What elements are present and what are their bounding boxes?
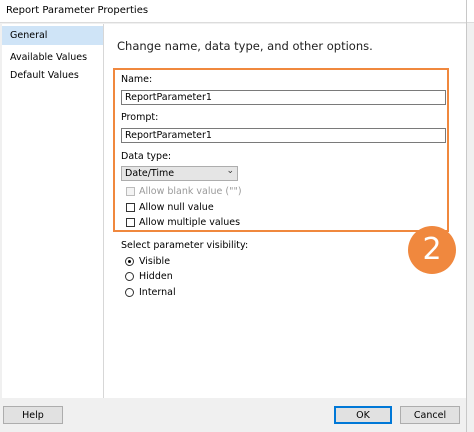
ok-button[interactable]: OK <box>334 406 392 424</box>
visible-radio[interactable] <box>125 257 134 266</box>
visible-radio-label: Visible <box>139 256 171 267</box>
prompt-input[interactable] <box>121 128 446 143</box>
page-heading: Change name, data type, and other option… <box>117 39 373 53</box>
sidebar: General Available Values Default Values <box>2 24 104 398</box>
chevron-down-icon: ⌄ <box>226 166 234 176</box>
window-title: Report Parameter Properties <box>6 5 149 16</box>
name-label: Name: <box>121 74 153 85</box>
cancel-button[interactable]: Cancel <box>400 406 460 424</box>
hidden-radio[interactable] <box>125 272 134 281</box>
data-type-value: Date/Time <box>125 168 175 179</box>
name-input[interactable] <box>121 90 446 105</box>
window-edge <box>466 0 467 432</box>
sidebar-item-general[interactable]: General <box>2 26 103 45</box>
allow-null-checkbox[interactable] <box>126 203 135 212</box>
allow-multiple-label: Allow multiple values <box>139 217 241 228</box>
allow-blank-checkbox[interactable] <box>126 187 135 196</box>
sidebar-item-default-values[interactable]: Default Values <box>2 66 103 85</box>
internal-radio-label: Internal <box>139 287 176 298</box>
data-type-label: Data type: <box>121 151 172 162</box>
help-button[interactable]: Help <box>3 406 63 424</box>
data-type-select[interactable]: Date/Time ⌄ <box>121 166 238 181</box>
allow-multiple-checkbox[interactable] <box>126 218 135 227</box>
allow-null-label: Allow null value <box>139 202 214 213</box>
allow-blank-label: Allow blank value ("") <box>139 186 242 197</box>
hidden-radio-label: Hidden <box>139 271 173 282</box>
step-number-badge: 2 <box>408 226 456 274</box>
internal-radio[interactable] <box>125 288 134 297</box>
sidebar-item-available-values[interactable]: Available Values <box>2 48 103 67</box>
visibility-label: Select parameter visibility: <box>121 240 249 251</box>
prompt-label: Prompt: <box>121 112 159 123</box>
